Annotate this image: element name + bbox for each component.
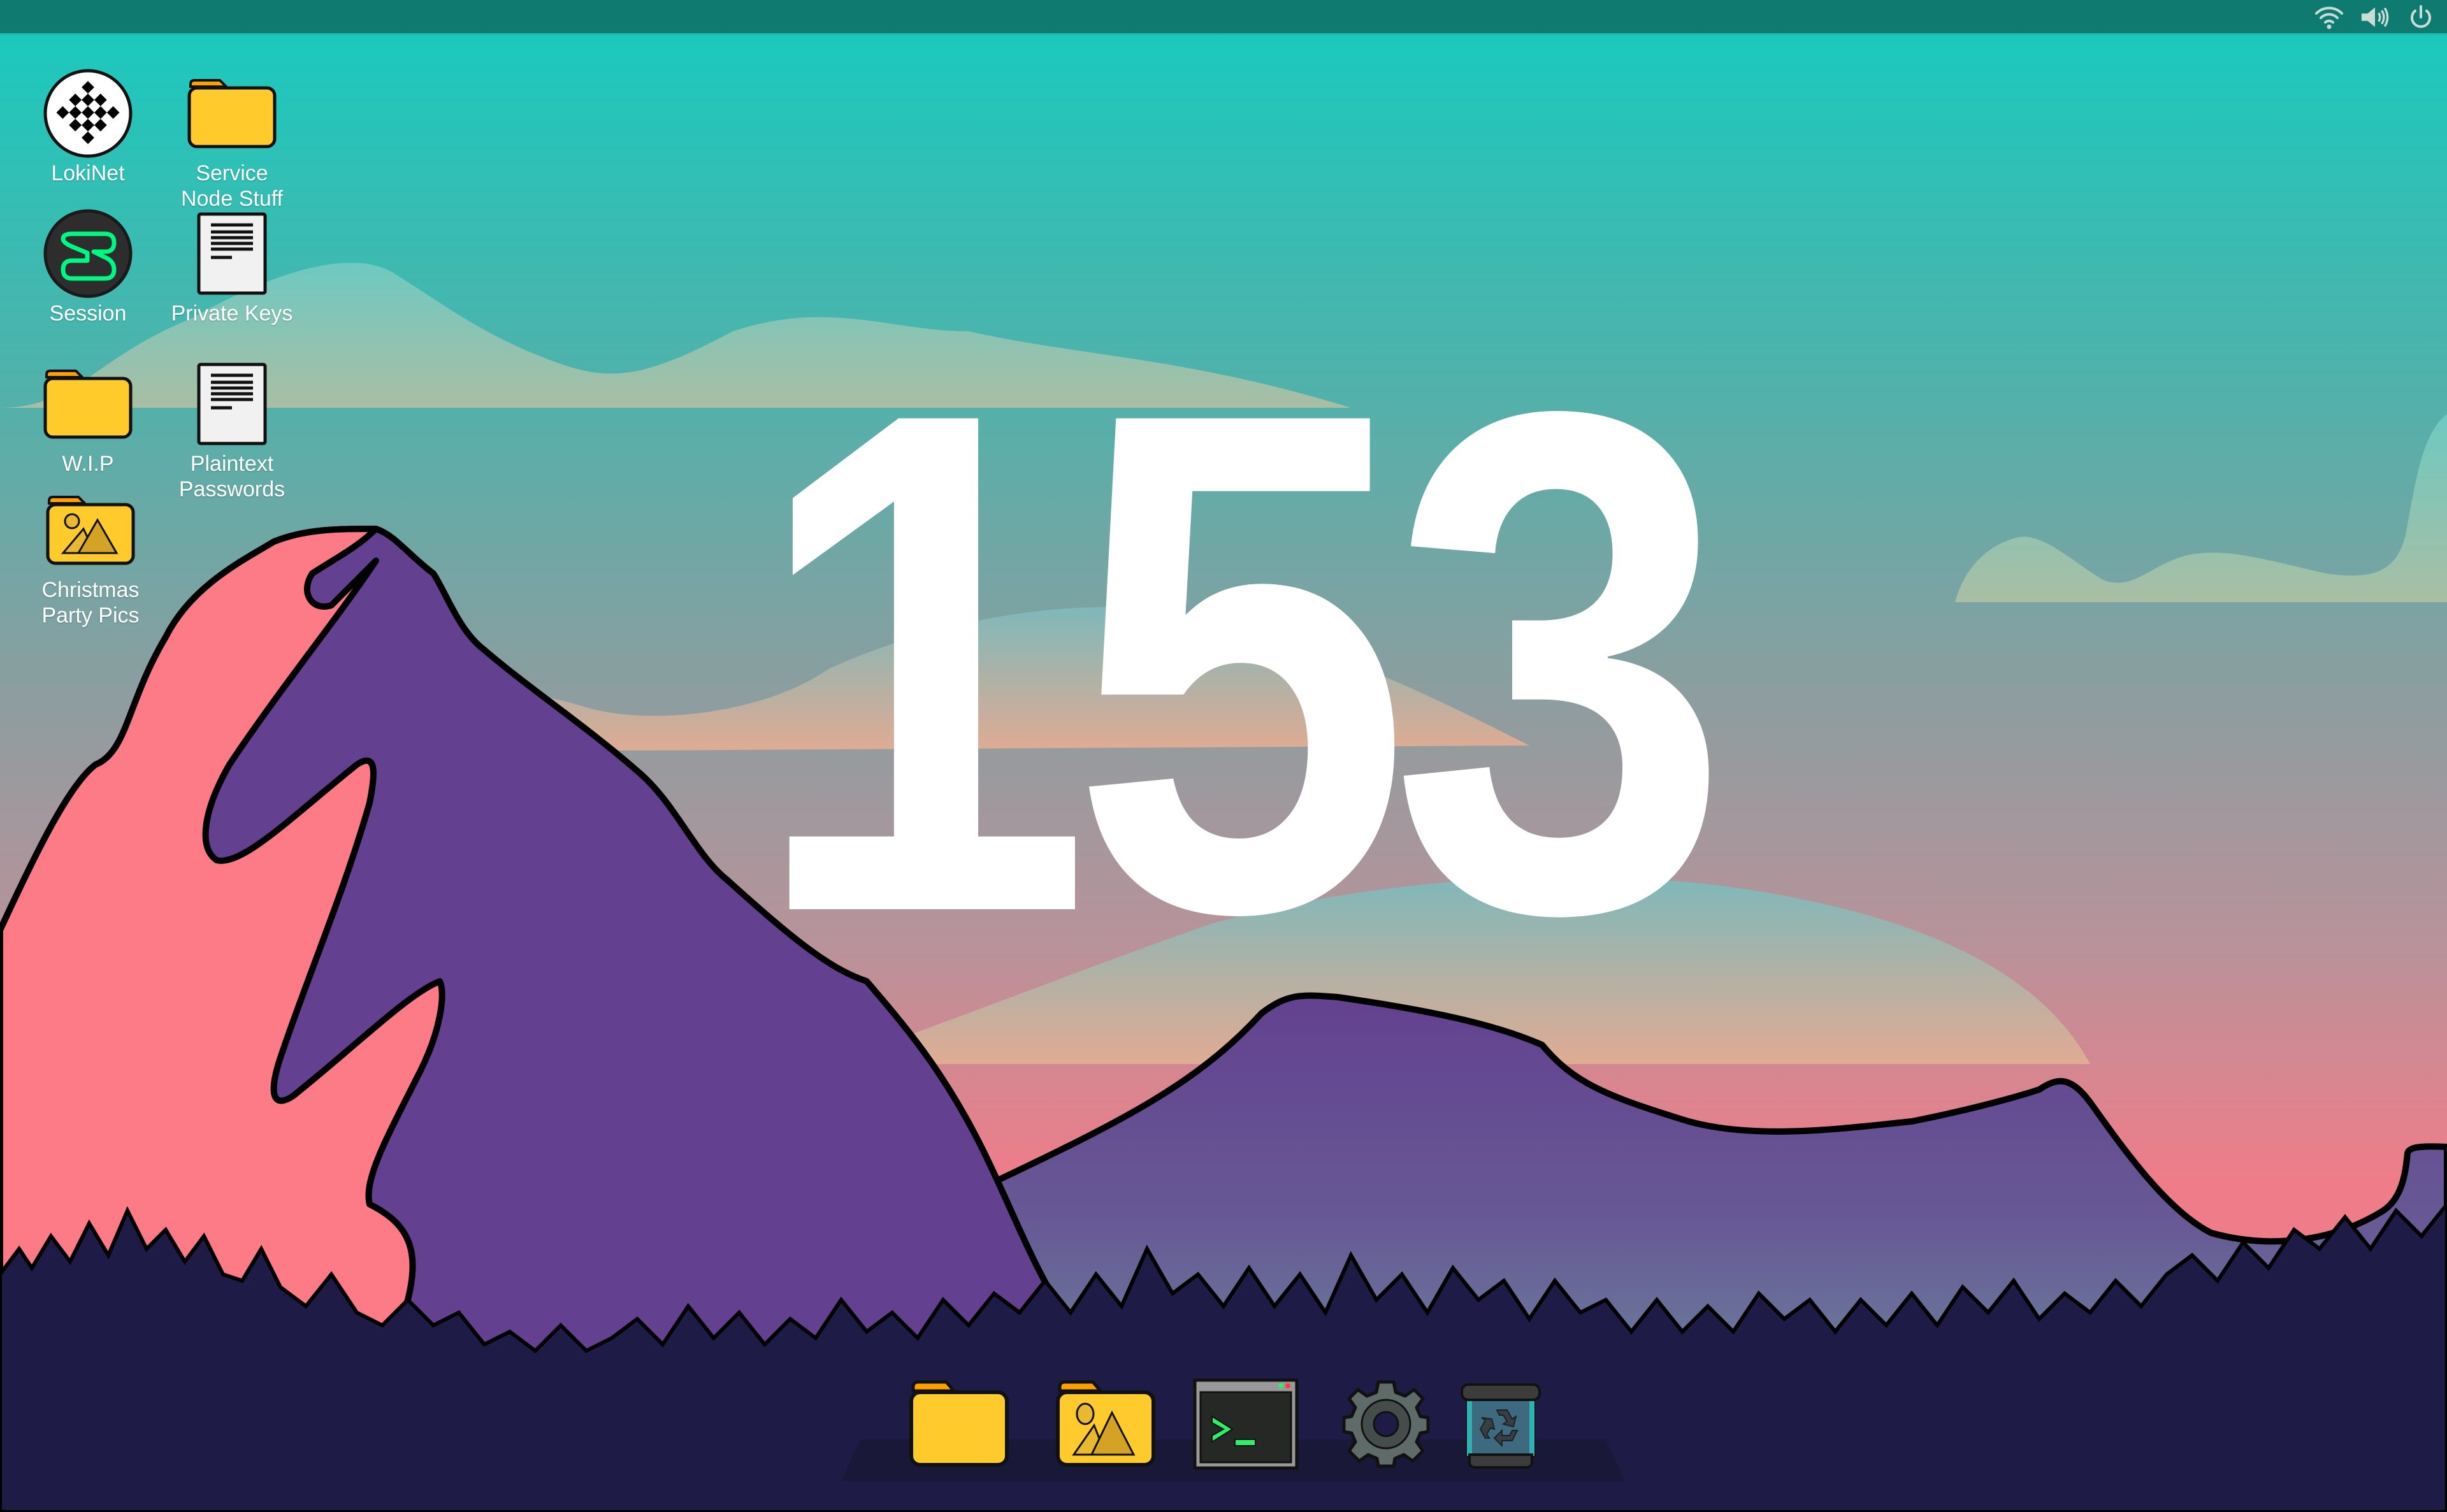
terminal-icon (1193, 1378, 1299, 1470)
desktop-icon-label: Plaintext Passwords (178, 452, 285, 501)
top-panel (0, 0, 2447, 35)
dock-item-trash[interactable] (1447, 1370, 1555, 1478)
dock (841, 1364, 1606, 1491)
desktop-icon-label: Private Keys (171, 301, 293, 326)
folder-icon (909, 1380, 1009, 1467)
trash-icon (1461, 1383, 1541, 1469)
desktop-icon-private-keys[interactable]: Private Keys (168, 209, 296, 326)
wifi-button[interactable] (2314, 4, 2344, 31)
dock-item-settings[interactable] (1332, 1370, 1440, 1478)
desktop-icon-christmas-party-pics[interactable]: Christmas Party Pics (27, 486, 154, 628)
desktop-clock-number: 153 (751, 264, 1731, 1061)
volume-button[interactable] (2360, 4, 2390, 31)
desktop-icon-wip[interactable]: W.I.P (24, 359, 152, 477)
dock-item-files[interactable] (905, 1370, 1013, 1478)
volume-icon (2361, 7, 2389, 27)
desktop-icon-service-node-stuff[interactable]: Service Node Stuff (168, 69, 296, 212)
desktop-icon-label: Session (49, 301, 127, 326)
desktop-icon-plaintext-passwords[interactable]: Plaintext Passwords (168, 359, 296, 502)
lokinet-icon (43, 69, 133, 158)
dock-item-terminal[interactable] (1192, 1370, 1300, 1478)
desktop-icon-label: LokiNet (51, 161, 125, 185)
document-icon (197, 363, 267, 445)
desktop-icon-label: W.I.P (62, 452, 114, 476)
power-icon (2411, 5, 2431, 28)
system-tray (2314, 4, 2436, 31)
folder-icon (43, 370, 133, 439)
dock-item-pictures[interactable] (1051, 1370, 1160, 1478)
desktop-icon-label: Service Node Stuff (180, 161, 284, 211)
folder-icon (187, 79, 277, 148)
session-icon (43, 209, 133, 298)
power-button[interactable] (2406, 4, 2436, 31)
wifi-icon (2315, 6, 2343, 29)
desktop-icon-label: Christmas Party Pics (41, 578, 140, 628)
desktop-icon-session[interactable]: Session (24, 209, 152, 326)
gear-icon (1342, 1380, 1430, 1468)
document-icon (197, 212, 267, 295)
image-folder-icon (46, 496, 135, 565)
desktop-icon-lokinet[interactable]: LokiNet (24, 69, 152, 186)
image-folder-icon (1056, 1380, 1155, 1467)
